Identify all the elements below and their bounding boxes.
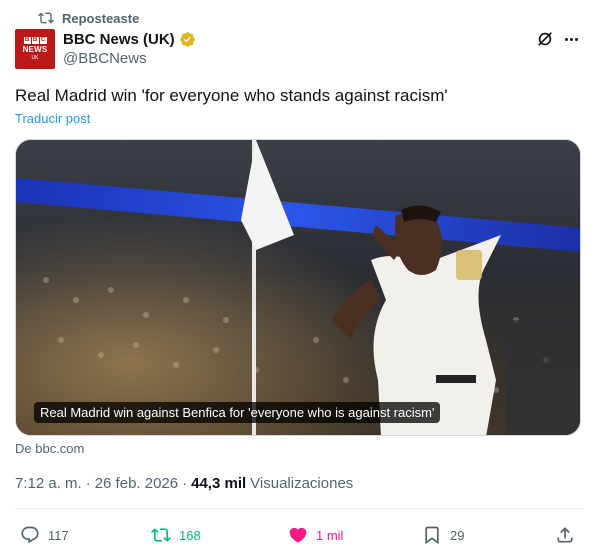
tweet-meta: 7:12 a. m. · 26 feb. 2026 · 44,3 mil Vis… bbox=[15, 475, 353, 492]
repost-count: 168 bbox=[179, 527, 201, 543]
views-label: Visualizaciones bbox=[250, 475, 354, 492]
share-icon bbox=[557, 527, 573, 543]
repost-button[interactable]: 168 bbox=[151, 523, 201, 547]
views-count: 44,3 mil bbox=[191, 475, 247, 492]
grok-button[interactable] bbox=[535, 29, 555, 49]
repost-context[interactable]: Reposteaste bbox=[38, 9, 139, 27]
reply-count: 117 bbox=[48, 527, 69, 543]
display-name[interactable]: BBC News (UK) bbox=[63, 31, 175, 48]
reply-icon bbox=[21, 526, 39, 544]
meta-separator: · bbox=[85, 475, 91, 492]
bookmark-count: 29 bbox=[450, 527, 465, 543]
tweet-date[interactable]: 26 feb. 2026 bbox=[95, 475, 178, 492]
media-caption: Real Madrid win against Benfica for 'eve… bbox=[34, 402, 441, 423]
more-icon[interactable] bbox=[560, 29, 582, 49]
bookmark-icon bbox=[425, 526, 439, 545]
like-button[interactable]: 1 mil bbox=[288, 523, 343, 547]
reply-button[interactable]: 117 bbox=[20, 523, 69, 547]
avatar[interactable]: BBC NEWS UK bbox=[15, 29, 55, 69]
media-card[interactable]: Real Madrid win against Benfica for 'eve… bbox=[15, 139, 581, 436]
share-button[interactable] bbox=[555, 523, 575, 547]
like-count: 1 mil bbox=[316, 527, 344, 543]
verified-badge-icon[interactable] bbox=[179, 31, 196, 48]
link-source[interactable]: De bbc.com bbox=[15, 441, 84, 456]
article-photo bbox=[16, 140, 580, 435]
tweet-text: Real Madrid win 'for everyone who stands… bbox=[15, 86, 448, 105]
meta-separator: · bbox=[182, 475, 188, 492]
repost-label: Reposteaste bbox=[62, 10, 140, 26]
translate-link[interactable]: Traducir post bbox=[15, 111, 90, 126]
repost-icon bbox=[38, 12, 54, 24]
like-icon bbox=[289, 527, 307, 543]
bbc-logo: BBC bbox=[23, 37, 47, 44]
bookmark-button[interactable]: 29 bbox=[422, 523, 464, 547]
divider bbox=[15, 508, 584, 509]
action-bar: 117 168 1 mil 29 bbox=[15, 523, 581, 547]
handle[interactable]: @BBCNews bbox=[63, 50, 196, 67]
repost-icon bbox=[151, 528, 171, 542]
grok-icon bbox=[538, 32, 552, 46]
tweet-time[interactable]: 7:12 a. m. bbox=[15, 475, 82, 492]
user-info[interactable]: BBC News (UK) @BBCNews bbox=[63, 29, 196, 67]
